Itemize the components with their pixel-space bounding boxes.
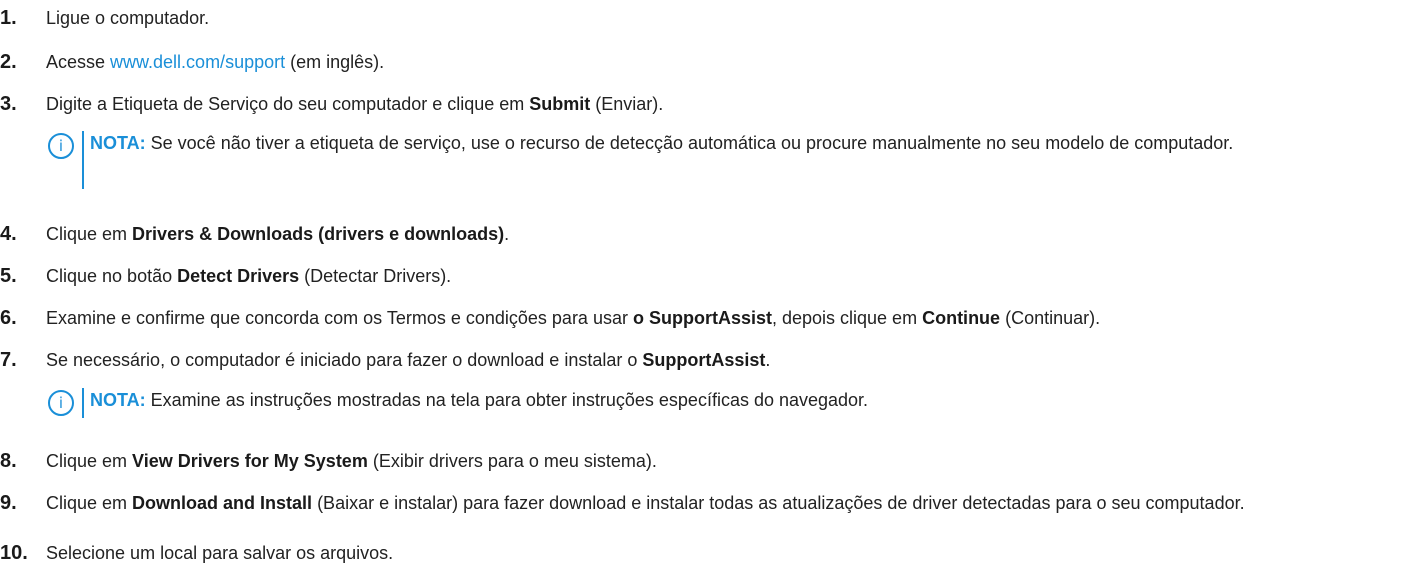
- note-body: Se você não tiver a etiqueta de serviço,…: [145, 133, 1234, 153]
- document-page: 1. Ligue o computador. 2. Acesse www.del…: [0, 0, 1415, 568]
- step-text-bold: o SupportAssist: [632, 308, 772, 328]
- step-text-pre: Clique em: [46, 224, 133, 244]
- step-text: Digite a Etiqueta de Serviço do seu comp…: [46, 91, 1395, 117]
- note-label: NOTA:: [90, 390, 146, 410]
- step-text-bold-2: Continue: [922, 308, 1001, 328]
- step-text: Selecione um local para salvar os arquiv…: [46, 543, 394, 563]
- step-text: Clique em View Drivers for My System (Ex…: [46, 448, 1395, 474]
- step-text-pre: Clique em: [46, 493, 133, 513]
- note-body: Examine as instruções mostradas na tela …: [145, 390, 869, 410]
- step-text-post: (Exibir drivers para o meu sistema).: [367, 451, 657, 471]
- step-number: 8.: [0, 450, 17, 472]
- step-text-post: (em inglês).: [285, 52, 385, 72]
- note-divider: [82, 388, 84, 418]
- step-text-bold: Detect Drivers: [177, 266, 300, 286]
- note-text: NOTA: Se você não tiver a etiqueta de se…: [90, 129, 1405, 158]
- step-number: 9.: [0, 492, 17, 514]
- step-text: Examine e confirme que concorda com os T…: [46, 305, 1395, 331]
- step-text-pre: Acesse: [46, 52, 111, 72]
- step-text-post: (Baixar e instalar) para fazer download …: [312, 493, 1245, 513]
- step-text: Clique em Download and Install (Baixar e…: [46, 490, 1395, 516]
- step-text-post: .: [765, 350, 771, 370]
- step-number: 5.: [0, 265, 17, 287]
- info-circle-icon: i: [48, 133, 74, 159]
- step-text-bold: View Drivers for My System: [132, 451, 368, 471]
- step-number: 3.: [0, 93, 17, 115]
- step-number: 2.: [0, 51, 17, 73]
- info-circle-icon: i: [48, 390, 74, 416]
- step-text: Ligue o computador.: [46, 8, 210, 28]
- step-number: 4.: [0, 223, 17, 245]
- step-text: Se necessário, o computador é iniciado p…: [46, 347, 1395, 373]
- step-text-bold: Download and Install: [132, 493, 313, 513]
- step-text-post: .: [504, 224, 510, 244]
- step-number: 6.: [0, 307, 17, 329]
- note-text: NOTA: Examine as instruções mostradas na…: [90, 386, 1405, 415]
- dell-support-link[interactable]: www.dell.com/support: [110, 52, 285, 72]
- step-number: 10.: [0, 542, 28, 564]
- step-text-bold: Drivers & Downloads (drivers e downloads…: [132, 224, 505, 244]
- step-text-pre: Se necessário, o computador é iniciado p…: [46, 350, 643, 370]
- step-text-post: (Enviar).: [590, 94, 664, 114]
- step-number: 7.: [0, 349, 17, 371]
- step-text-pre: Clique em: [46, 451, 133, 471]
- step-text: Acesse www.dell.com/support (em inglês).: [46, 49, 1395, 75]
- step-text-mid: , depois clique em: [771, 308, 923, 328]
- step-text-pre: Clique no botão: [46, 266, 178, 286]
- step-text-post: (Continuar).: [1000, 308, 1101, 328]
- step-text: Clique em Drivers & Downloads (drivers e…: [46, 221, 1395, 247]
- step-text-pre: Digite a Etiqueta de Serviço do seu comp…: [46, 94, 530, 114]
- step-number: 1.: [0, 7, 17, 29]
- step-text-pre: Examine e confirme que concorda com os T…: [46, 308, 633, 328]
- note-divider: [82, 131, 84, 189]
- note-2: i NOTA: Examine as instruções mostradas …: [48, 386, 1405, 418]
- note-label: NOTA:: [90, 133, 146, 153]
- note-1: i NOTA: Se você não tiver a etiqueta de …: [48, 129, 1405, 189]
- step-text-bold: SupportAssist: [642, 350, 766, 370]
- step-text-post: (Detectar Drivers).: [299, 266, 452, 286]
- step-text: Clique no botão Detect Drivers (Detectar…: [46, 263, 1395, 289]
- step-text-bold: Submit: [529, 94, 591, 114]
